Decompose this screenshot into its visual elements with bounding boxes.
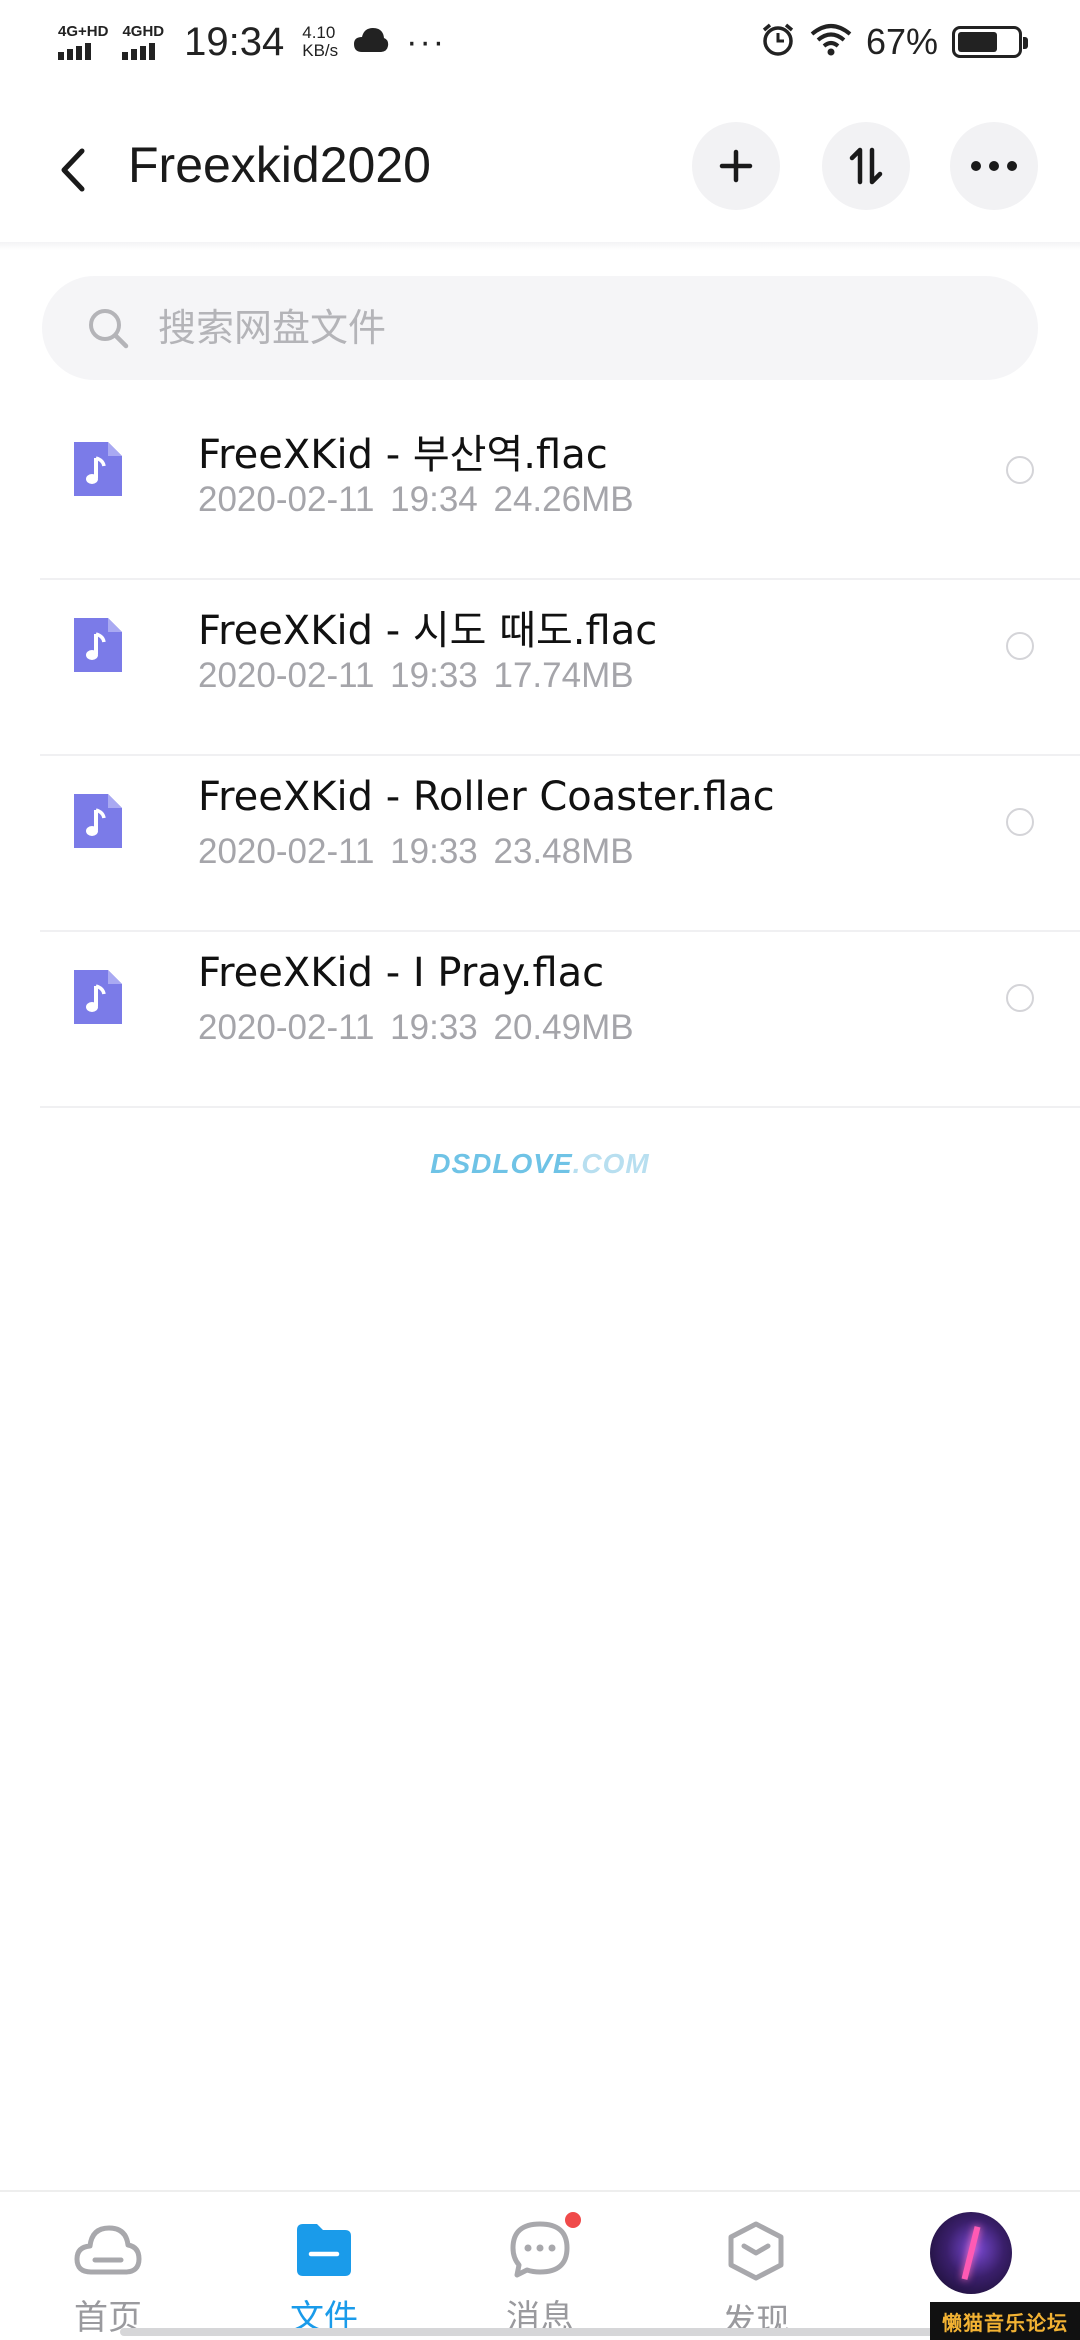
nav-files[interactable]: 文件 [249, 2220, 399, 2339]
file-name: FreeXKid - 부산역.flac [198, 432, 608, 478]
signal-icon: 4GHD [122, 24, 164, 60]
file-size: 24.26MB [493, 480, 634, 519]
file-time: 19:33 [390, 1008, 478, 1047]
watermark: DSDLOVE.COM [0, 1148, 1080, 1180]
file-date: 2020-02-11 [198, 832, 375, 871]
cloud-icon [352, 25, 390, 60]
file-time: 19:33 [390, 656, 478, 695]
select-radio[interactable] [1006, 632, 1034, 660]
file-row[interactable]: FreeXKid - 시도 때도.flac 2020-02-11 19:33 17… [40, 580, 1080, 756]
more-notifications: ··· [406, 22, 447, 61]
network-type-1: 4G+HD [58, 23, 109, 40]
file-size: 20.49MB [493, 1008, 634, 1047]
alarm-icon [760, 22, 796, 63]
folder-icon [297, 2224, 351, 2276]
add-button[interactable] [692, 122, 780, 210]
network-speed: 4.10 KB/s [302, 24, 338, 60]
file-size: 23.48MB [493, 832, 634, 871]
watermark-main: DSDLOVE [430, 1148, 573, 1179]
more-icon [971, 161, 1017, 171]
file-name: FreeXKid - Roller Coaster.flac [198, 774, 775, 820]
back-button[interactable] [48, 144, 96, 196]
header: Freexkid2020 [0, 110, 1080, 230]
sort-button[interactable] [822, 122, 910, 210]
file-list: FreeXKid - 부산역.flac 2020-02-11 19:34 24.2… [0, 404, 1080, 1108]
music-file-icon [70, 438, 126, 505]
file-name: FreeXKid - I Pray.flac [198, 950, 605, 996]
music-file-icon [70, 614, 126, 681]
file-meta: 2020-02-11 19:33 17.74MB [198, 656, 634, 696]
network-speed-value: 4.10 [302, 23, 336, 42]
file-date: 2020-02-11 [198, 1008, 375, 1047]
file-row[interactable]: FreeXKid - 부산역.flac 2020-02-11 19:34 24.2… [40, 404, 1080, 580]
battery-percent: 67% [865, 21, 938, 62]
forum-logo: 懒猫音乐论坛 [930, 2302, 1080, 2340]
select-radio[interactable] [1006, 984, 1034, 1012]
file-meta: 2020-02-11 19:33 23.48MB [198, 832, 634, 872]
select-radio[interactable] [1006, 808, 1034, 836]
search-bar[interactable] [42, 276, 1038, 380]
file-row[interactable]: FreeXKid - Roller Coaster.flac 2020-02-11… [40, 756, 1080, 932]
search-icon [89, 309, 129, 349]
select-radio[interactable] [1006, 456, 1034, 484]
music-file-icon [70, 790, 126, 857]
battery-icon [952, 26, 1028, 58]
file-meta: 2020-02-11 19:33 20.49MB [198, 1008, 634, 1048]
music-file-icon [70, 966, 126, 1033]
more-button[interactable] [950, 122, 1038, 210]
page-title: Freexkid2020 [128, 137, 431, 193]
network-type-2: 4GHD [122, 23, 165, 40]
nav-home[interactable]: 首页 [33, 2220, 183, 2339]
network-speed-unit: KB/s [302, 41, 339, 60]
back-arrow-icon [61, 148, 85, 192]
home-indicator [120, 2328, 960, 2336]
file-time: 19:34 [390, 480, 478, 519]
message-icon [510, 2221, 570, 2278]
discover-icon [728, 2221, 784, 2281]
file-date: 2020-02-11 [198, 656, 375, 695]
status-time: 19:34 [184, 19, 285, 64]
bottom-nav: 首页 文件 消息 发现 [0, 2190, 1080, 2340]
cloud-home-icon [74, 2225, 142, 2275]
sort-icon [849, 147, 883, 185]
file-row[interactable]: FreeXKid - I Pray.flac 2020-02-11 19:33 2… [40, 932, 1080, 1108]
file-meta: 2020-02-11 19:34 24.26MB [198, 480, 634, 520]
nav-messages[interactable]: 消息 [465, 2212, 615, 2339]
watermark-suffix: .COM [572, 1148, 650, 1179]
status-bar: 4G+HD 4GHD 19:34 4.10 KB/s ··· 67% [0, 0, 1080, 84]
plus-icon [719, 149, 753, 183]
file-date: 2020-02-11 [198, 480, 375, 519]
signal-icon: 4G+HD [58, 24, 108, 60]
file-size: 17.74MB [493, 656, 634, 695]
wifi-icon [810, 23, 852, 62]
header-divider [0, 242, 1080, 250]
file-name: FreeXKid - 시도 때도.flac [198, 608, 658, 654]
file-time: 19:33 [390, 832, 478, 871]
nav-discover[interactable]: 发现 [681, 2220, 831, 2340]
message-badge-dot [565, 2212, 581, 2228]
search-input[interactable] [158, 306, 958, 350]
avatar[interactable] [930, 2212, 1012, 2294]
